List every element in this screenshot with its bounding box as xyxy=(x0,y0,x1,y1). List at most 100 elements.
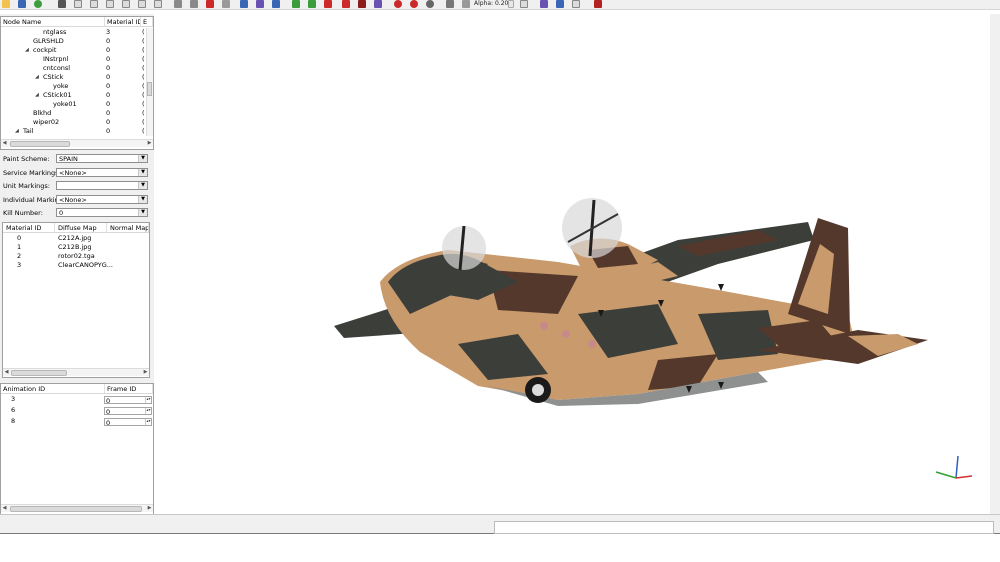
col-animation-id[interactable]: Animation ID xyxy=(1,384,105,394)
view-bottom-icon[interactable] xyxy=(138,0,146,8)
material-row[interactable]: 3 ClearCANOPYG... xyxy=(3,261,149,270)
tree-node[interactable]: ◢ CStick01 0 ( xyxy=(1,91,145,100)
frame-id-spinner[interactable]: 0 ▴▾ xyxy=(104,418,152,427)
tree-node-name: cockpit xyxy=(33,46,57,54)
col-e[interactable]: E xyxy=(141,17,153,27)
save-icon[interactable] xyxy=(18,0,26,8)
spinner-arrows-icon[interactable]: ▴▾ xyxy=(145,419,151,425)
shade-red-icon[interactable] xyxy=(206,0,214,8)
spinner-arrows-icon[interactable]: ▴▾ xyxy=(145,397,151,403)
tree-expander-icon[interactable]: ◢ xyxy=(35,91,39,100)
tree-node[interactable]: ◢ Tail 0 ( xyxy=(1,127,145,136)
animation-row[interactable]: 8 0 ▴▾ xyxy=(1,417,153,427)
tree-node[interactable]: ◢ CStick 0 ( xyxy=(1,73,145,82)
tree-node[interactable]: ntglass 3 ( xyxy=(1,28,145,37)
tree-node[interactable]: wiper02 0 ( xyxy=(1,118,145,127)
tree-node[interactable]: yoke 0 ( xyxy=(1,82,145,91)
tree-node-material: 0 xyxy=(106,46,111,54)
tree-expander-icon[interactable]: ◢ xyxy=(25,46,29,55)
info-icon[interactable] xyxy=(34,0,42,8)
spinner-arrows-icon[interactable]: ▴▾ xyxy=(145,408,151,414)
layer-icon[interactable] xyxy=(446,0,454,8)
materials-hscroll[interactable]: ◀ ▶ xyxy=(3,368,149,376)
tree-node[interactable]: INstrpnl 0 ( xyxy=(1,55,145,64)
col-material-id[interactable]: Material ID xyxy=(3,223,55,233)
tree-expander-icon[interactable]: ◢ xyxy=(35,73,39,82)
texture-2-icon[interactable] xyxy=(358,0,366,8)
col-normal-map[interactable]: Normal Map xyxy=(107,223,149,233)
tree-node-name: yoke xyxy=(53,82,69,90)
col-material-id[interactable]: Material ID xyxy=(105,17,141,27)
tree-node-e: ( xyxy=(142,118,145,126)
col-node-name[interactable]: Node Name xyxy=(1,17,105,27)
copy-icon[interactable] xyxy=(520,0,528,8)
shade-flat-icon[interactable] xyxy=(190,0,198,8)
display-mode-1-icon[interactable] xyxy=(240,0,248,8)
material-row[interactable]: 2 rotor02.tga xyxy=(3,252,149,261)
chart-1-icon[interactable] xyxy=(540,0,548,8)
alpha-spinner[interactable] xyxy=(508,0,514,8)
camera-icon[interactable] xyxy=(426,0,434,8)
texture-1-icon[interactable] xyxy=(342,0,350,8)
zoom-icon[interactable] xyxy=(58,0,66,8)
tree-node[interactable]: cntconsl 0 ( xyxy=(1,64,145,73)
individual-markings-select[interactable]: <None> ▼ xyxy=(56,195,148,204)
lighting-3-icon[interactable] xyxy=(324,0,332,8)
open-file-icon[interactable] xyxy=(2,0,10,8)
service-markings-select[interactable]: <None> ▼ xyxy=(56,168,148,177)
material-id-cell: 2 xyxy=(17,252,22,260)
animation-hscroll[interactable]: ◀ ▶ xyxy=(1,504,153,512)
view-back-icon[interactable] xyxy=(122,0,130,8)
animation-row[interactable]: 3 0 ▴▾ xyxy=(1,395,153,405)
materials-table: Material ID Diffuse Map Normal Map 0 C212… xyxy=(2,222,150,378)
material-id-cell: 1 xyxy=(17,243,22,251)
shade-wire-icon[interactable] xyxy=(222,0,230,8)
view-front-icon[interactable] xyxy=(74,0,82,8)
left-panel: Node Name Material ID E ntglass 3(GLRSHLD… xyxy=(0,14,154,515)
tree-node[interactable]: GLRSHLD 0 ( xyxy=(1,37,145,46)
unit-markings-select[interactable]: ▼ xyxy=(56,181,148,190)
lighting-2-icon[interactable] xyxy=(308,0,316,8)
view-side-icon[interactable] xyxy=(90,0,98,8)
view-top-icon[interactable] xyxy=(106,0,114,8)
col-diffuse-map[interactable]: Diffuse Map xyxy=(55,223,107,233)
frame-id-spinner[interactable]: 0 ▴▾ xyxy=(104,407,152,416)
animation-id-cell: 3 xyxy=(11,395,16,403)
stop-icon[interactable] xyxy=(410,0,418,8)
paint-scheme-label: Paint Scheme: xyxy=(3,155,50,163)
shade-gray-icon[interactable] xyxy=(174,0,182,8)
chart-2-icon[interactable] xyxy=(556,0,564,8)
display-mode-2-icon[interactable] xyxy=(256,0,264,8)
tree-node-name: INstrpnl xyxy=(43,55,69,63)
frame-id-spinner[interactable]: 0 ▴▾ xyxy=(104,396,152,405)
col-frame-id[interactable]: Frame ID xyxy=(105,384,153,394)
tree-node[interactable]: yoke01 0 ( xyxy=(1,100,145,109)
tree-vscroll[interactable] xyxy=(146,28,153,136)
tree-node[interactable]: ◢ cockpit 0 ( xyxy=(1,46,145,55)
tree-hscroll[interactable]: ◀ ▶ xyxy=(1,139,153,147)
alpha-icon[interactable] xyxy=(462,0,470,8)
fuselage-window xyxy=(540,322,548,330)
tree-node-name: wiper02 xyxy=(33,118,60,126)
fuselage-window xyxy=(588,340,596,348)
tree-node-material: 0 xyxy=(106,64,111,72)
tree-node-material: 0 xyxy=(106,109,111,117)
record-icon[interactable] xyxy=(394,0,402,8)
tree-node[interactable]: Blkhd 0 ( xyxy=(1,109,145,118)
paint-scheme-select[interactable]: SPAIN ▼ xyxy=(56,154,148,163)
animation-row[interactable]: 6 0 ▴▾ xyxy=(1,406,153,416)
display-mode-3-icon[interactable] xyxy=(272,0,280,8)
lighting-1-icon[interactable] xyxy=(292,0,300,8)
status-field xyxy=(494,521,994,534)
kill-number-select[interactable]: 0 ▼ xyxy=(56,208,148,217)
texture-3-icon[interactable] xyxy=(374,0,382,8)
edit-icon[interactable] xyxy=(572,0,580,8)
material-row[interactable]: 1 C212B.jpg xyxy=(3,243,149,252)
tree-expander-icon[interactable]: ◢ xyxy=(15,127,19,136)
tools-icon[interactable] xyxy=(594,0,602,8)
3d-viewport[interactable] xyxy=(158,14,990,514)
material-row[interactable]: 0 C212A.jpg xyxy=(3,234,149,243)
tree-node-material: 0 xyxy=(106,118,111,126)
main-toolbar: Alpha: 0.20 xyxy=(0,0,1000,10)
view-perspective-icon[interactable] xyxy=(154,0,162,8)
